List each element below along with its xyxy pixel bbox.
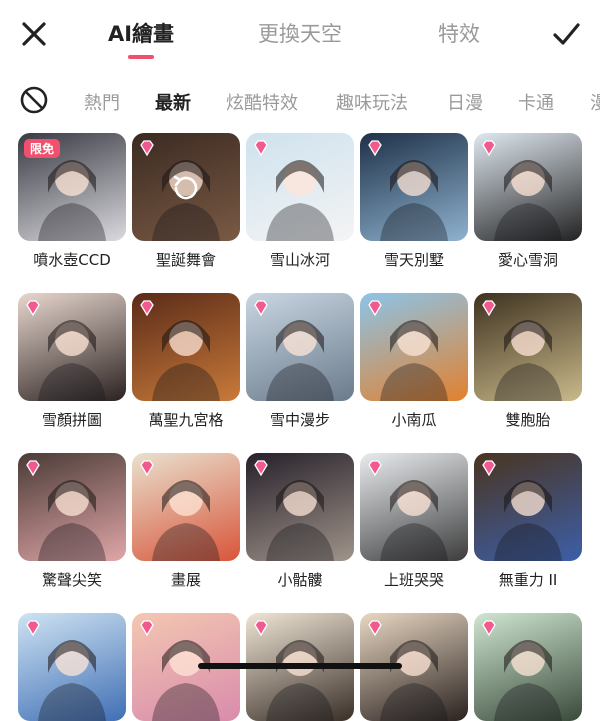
premium-diamond-icon bbox=[482, 620, 496, 637]
premium-diamond-icon bbox=[254, 620, 268, 637]
premium-diamond-icon bbox=[140, 140, 154, 157]
effect-label: 萬聖九宮格 bbox=[148, 411, 224, 429]
top-bar: AI繪畫 更換天空 特效 bbox=[0, 0, 600, 68]
effect-label: 上班哭哭 bbox=[383, 571, 444, 589]
effect-label: 小南瓜 bbox=[391, 411, 437, 429]
effect-card[interactable] bbox=[132, 293, 240, 401]
no-effect-icon[interactable] bbox=[19, 85, 49, 115]
effect-label: 雪中漫步 bbox=[269, 411, 330, 429]
premium-diamond-icon bbox=[482, 460, 496, 477]
category-newest[interactable]: 最新 bbox=[155, 89, 191, 115]
tab-effects[interactable]: 特效 bbox=[434, 18, 484, 48]
premium-diamond-icon bbox=[140, 620, 154, 637]
effect-label: 聖誕舞會 bbox=[155, 251, 216, 269]
effect-card[interactable] bbox=[474, 293, 582, 401]
effect-card[interactable] bbox=[18, 613, 126, 721]
effect-label: 驚聲尖笑 bbox=[41, 571, 102, 589]
checkmark-icon[interactable] bbox=[550, 18, 582, 50]
premium-diamond-icon bbox=[140, 460, 154, 477]
tab-ai-painting[interactable]: AI繪畫 bbox=[104, 18, 178, 48]
premium-diamond-icon bbox=[254, 460, 268, 477]
premium-diamond-icon bbox=[368, 620, 382, 637]
free-badge: 限免 bbox=[24, 139, 61, 158]
effect-label: 雪顏拼圖 bbox=[41, 411, 102, 429]
premium-diamond-icon bbox=[482, 300, 496, 317]
effect-label: 小骷髏 bbox=[277, 571, 323, 589]
category-japanese-comic[interactable]: 日漫 bbox=[447, 89, 483, 115]
premium-diamond-icon bbox=[26, 300, 40, 317]
premium-diamond-icon bbox=[140, 300, 154, 317]
category-cartoon[interactable]: 卡通 bbox=[518, 89, 554, 115]
effect-card[interactable] bbox=[132, 453, 240, 561]
active-tab-indicator bbox=[128, 55, 154, 59]
effect-label: 雪山冰河 bbox=[269, 251, 330, 269]
premium-diamond-icon bbox=[254, 140, 268, 157]
effect-card[interactable]: 限免 bbox=[18, 133, 126, 241]
premium-diamond-icon bbox=[482, 140, 496, 157]
premium-diamond-icon bbox=[368, 460, 382, 477]
effect-label: 雙胞胎 bbox=[505, 411, 551, 429]
effect-card[interactable] bbox=[474, 453, 582, 561]
effect-card[interactable] bbox=[360, 453, 468, 561]
tab-replace-sky[interactable]: 更換天空 bbox=[252, 18, 348, 48]
category-comic[interactable]: 漫 bbox=[590, 89, 600, 115]
premium-diamond-icon bbox=[368, 300, 382, 317]
premium-diamond-icon bbox=[26, 460, 40, 477]
effect-card[interactable] bbox=[18, 453, 126, 561]
premium-diamond-icon bbox=[254, 300, 268, 317]
category-hot[interactable]: 熱門 bbox=[84, 89, 120, 115]
effect-label: 畫展 bbox=[170, 571, 201, 589]
effect-card[interactable] bbox=[360, 293, 468, 401]
effect-card[interactable] bbox=[474, 613, 582, 721]
effect-label: 愛心雪洞 bbox=[497, 251, 558, 269]
effect-label: 噴水壺CCD bbox=[33, 251, 111, 269]
effect-label: 雪天別墅 bbox=[383, 251, 444, 269]
refresh-icon bbox=[173, 175, 198, 200]
effect-label: 無重力 II bbox=[498, 571, 558, 589]
category-fun-play[interactable]: 趣味玩法 bbox=[336, 89, 408, 115]
effect-card[interactable] bbox=[246, 453, 354, 561]
effect-card[interactable] bbox=[246, 293, 354, 401]
premium-diamond-icon bbox=[26, 620, 40, 637]
effect-card[interactable] bbox=[18, 293, 126, 401]
effect-card[interactable] bbox=[132, 133, 240, 241]
close-icon[interactable] bbox=[18, 18, 50, 50]
premium-diamond-icon bbox=[368, 140, 382, 157]
effect-card[interactable] bbox=[474, 133, 582, 241]
home-indicator bbox=[198, 663, 402, 669]
effect-card[interactable] bbox=[246, 133, 354, 241]
effect-card[interactable] bbox=[360, 133, 468, 241]
category-cool-effects[interactable]: 炫酷特效 bbox=[226, 89, 298, 115]
